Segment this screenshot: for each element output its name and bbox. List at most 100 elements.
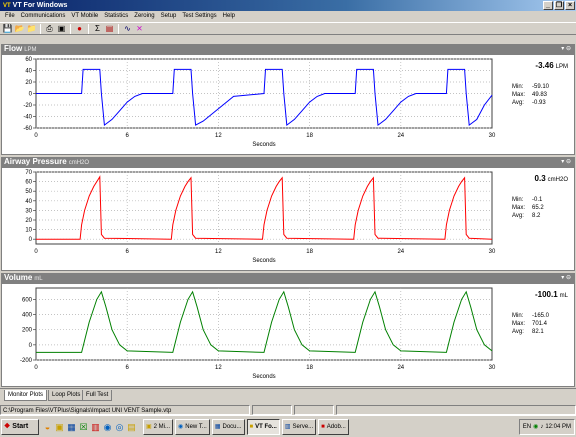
sigma-icon[interactable]: Σ xyxy=(92,23,103,34)
flow-panel-controls[interactable]: ▾ ⊖ xyxy=(561,44,571,54)
flow-title: Flow xyxy=(4,44,23,53)
volume-stats: -100.1 mL Min: -165.0 Max: 701.4 Avg: 82.1 xyxy=(512,291,574,336)
pressure-panel: 70 60 50 40 30 20 10 0 0 6 12 18 24 30 Seconds 0.3 cmH2… xyxy=(1,167,575,271)
y-tick-label: 600 xyxy=(22,297,33,303)
toolbar-separator xyxy=(70,23,71,34)
pressure-title: Airway Pressure xyxy=(4,157,67,166)
record-icon[interactable]: ● xyxy=(74,23,85,34)
x-axis-label: Seconds xyxy=(252,374,275,380)
minimize-button[interactable]: _ xyxy=(543,1,553,10)
y-tick-label: 50 xyxy=(25,189,32,195)
x-tick-label: 18 xyxy=(306,365,313,371)
pressure-unit: cmH2O xyxy=(68,160,90,166)
y-tick-label: 0 xyxy=(29,237,33,243)
volume-min: Min: -165.0 xyxy=(512,313,550,319)
taskbar-item-active[interactable]: ■ VT Fo... xyxy=(246,418,280,435)
x-tick-label: 24 xyxy=(397,249,404,255)
y-tick-label: -20 xyxy=(23,103,32,109)
pressure-max: Max: 65.2 xyxy=(512,205,544,211)
y-tick-label: 0 xyxy=(29,343,33,349)
volume-panel-header: Volume mL ▾ ⊖ xyxy=(1,273,575,283)
title-bar: VT VT For Windows _ ❐ × xyxy=(0,0,576,11)
menu-statistics[interactable]: Statistics xyxy=(101,11,131,22)
waveform-icon[interactable]: ∿ xyxy=(122,23,133,34)
quick-launch-icon[interactable]: ☒ xyxy=(78,420,89,434)
volume-title: Volume xyxy=(4,273,33,282)
volume-panel: 600 400 200 0 -200 0 6 12 18 24 30 Seconds -100.1 mL… xyxy=(1,283,575,387)
y-tick-label: 60 xyxy=(25,180,32,186)
taskbar-item[interactable]: ▣ 2 Mi... xyxy=(143,418,174,435)
pressure-chart: 70 60 50 40 30 20 10 00 6 12 18 24 30 Seconds xyxy=(25,170,496,264)
status-pane xyxy=(294,405,334,415)
y-tick-label: 20 xyxy=(25,80,32,86)
menu-test-settings[interactable]: Test Settings xyxy=(179,11,219,22)
grid-icon[interactable]: ▤ xyxy=(104,23,115,34)
menu-help[interactable]: Help xyxy=(220,11,238,22)
menu-zeroing[interactable]: Zeroing xyxy=(131,11,157,22)
language-indicator[interactable]: EN xyxy=(523,420,531,434)
folder-icon[interactable]: 📁 xyxy=(26,23,37,34)
y-tick-label: -200 xyxy=(20,358,33,364)
quick-launch-icon[interactable]: ◒ xyxy=(42,420,53,434)
pressure-stats: 0.3 cmH2O Min: -0.1 Max: 65.2 Avg: 8.2 xyxy=(512,175,574,220)
toolbar: 💾 📂 📁 ⎙ ▣ ● Σ ▤ ∿ ⨯ xyxy=(0,22,576,35)
restore-button[interactable]: ❐ xyxy=(554,1,564,10)
taskbar-item[interactable]: ▦ Docu... xyxy=(211,418,245,435)
taskbar-item[interactable]: ■ Adob... xyxy=(318,418,349,435)
x-tick-label: 6 xyxy=(126,365,130,371)
menu-file[interactable]: File xyxy=(2,11,18,22)
menu-bar: File Communications VT Mobile Statistics… xyxy=(0,11,576,22)
open-folder-icon[interactable]: 📂 xyxy=(14,23,25,34)
pressure-panel-controls[interactable]: ▾ ⊖ xyxy=(561,157,571,167)
x-tick-label: 6 xyxy=(126,133,130,139)
x-tick-label: 24 xyxy=(397,133,404,139)
x-tick-label: 6 xyxy=(126,249,130,255)
volume-chart: 6004002000-2000 6 12 18 24 30Seconds xyxy=(20,287,496,380)
y-tick-label: 200 xyxy=(22,328,33,334)
taskbar-item[interactable]: ◉ New T... xyxy=(175,418,210,435)
quick-launch-icon[interactable]: ◉ xyxy=(102,420,113,434)
x-tick-label: 12 xyxy=(215,365,222,371)
tab-full-test[interactable]: Full Test xyxy=(82,390,113,401)
quick-launch-icon[interactable]: ▥ xyxy=(90,420,101,434)
volume-avg: Avg: 82.1 xyxy=(512,329,544,335)
y-tick-label: 30 xyxy=(25,208,32,214)
x-tick-label: 30 xyxy=(489,249,496,255)
marker-icon[interactable]: ⨯ xyxy=(134,23,145,34)
quick-launch: ◒ ▣ ▦ ☒ ▥ ◉ ◎ ▤ xyxy=(42,420,137,434)
quick-launch-icon[interactable]: ▣ xyxy=(54,420,65,434)
network-icon[interactable]: ◉ xyxy=(533,420,538,434)
flow-panel: 60 40 20 0 -20 -40 -60 0 6 12 18 24 30 Seconds -3.46 L… xyxy=(1,54,575,155)
start-button[interactable]: ❖ Start xyxy=(1,418,39,435)
flow-panel-header: Flow LPM ▾ ⊖ xyxy=(1,44,575,54)
volume-icon[interactable]: ♪ xyxy=(540,420,543,434)
print-icon[interactable]: ⎙ xyxy=(44,23,55,34)
quick-launch-icon[interactable]: ◎ xyxy=(114,420,125,434)
close-button[interactable]: × xyxy=(565,1,575,10)
flow-max: Max: 49.83 xyxy=(512,92,548,98)
flow-avg: Avg: -0.93 xyxy=(512,100,546,106)
x-tick-label: 30 xyxy=(489,365,496,371)
x-tick-label: 0 xyxy=(34,249,38,255)
quick-launch-icon[interactable]: ▦ xyxy=(66,420,77,434)
taskbar-item[interactable]: ▥ Serve... xyxy=(281,418,317,435)
menu-communications[interactable]: Communications xyxy=(18,11,69,22)
y-tick-label: 40 xyxy=(25,69,32,75)
toolbar-separator xyxy=(88,23,89,34)
menu-vt-mobile[interactable]: VT Mobile xyxy=(68,11,101,22)
volume-panel-controls[interactable]: ▾ ⊖ xyxy=(561,273,571,283)
pressure-current-value: 0.3 cmH2O xyxy=(534,174,568,184)
display-icon[interactable]: ▣ xyxy=(56,23,67,34)
save-icon[interactable]: 💾 xyxy=(2,23,13,34)
y-tick-label: 400 xyxy=(22,313,33,319)
menu-setup[interactable]: Setup xyxy=(158,11,180,22)
y-tick-label: 60 xyxy=(25,57,32,63)
x-tick-label: 0 xyxy=(34,133,38,139)
x-tick-label: 30 xyxy=(489,133,496,139)
tab-monitor-plots[interactable]: Monitor Plots xyxy=(4,390,48,401)
y-tick-label: 40 xyxy=(25,199,32,205)
tab-loop-plots[interactable]: Loop Plots xyxy=(48,390,85,401)
status-file-path: C:\Program Files\VTPlus\Signals\Impact U… xyxy=(0,405,250,415)
flow-stats: -3.46 LPM Min: -59.10 Max: 49.83 Avg: -0.93 xyxy=(512,62,574,107)
quick-launch-icon[interactable]: ▤ xyxy=(126,420,137,434)
